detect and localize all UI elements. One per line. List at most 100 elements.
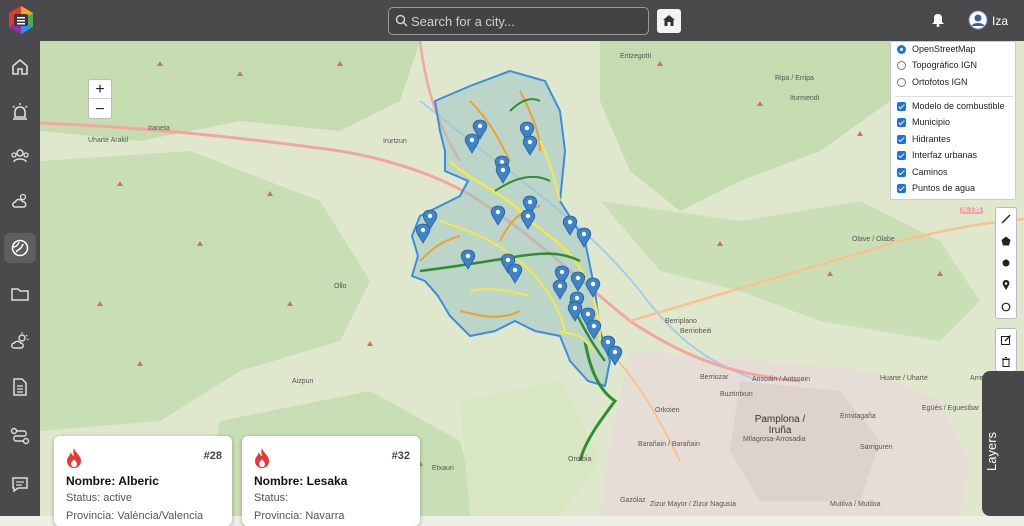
sidebar-item-alarm[interactable] — [4, 97, 36, 127]
radio-icon[interactable] — [897, 45, 906, 54]
group-icon — [11, 149, 29, 163]
zoom-out-button[interactable]: − — [89, 100, 111, 119]
map-label: Ororbia — [568, 456, 592, 463]
checkbox-icon[interactable] — [897, 184, 906, 193]
bell-icon[interactable] — [932, 14, 944, 27]
map-label: Zizur Mayor / Zizur Nagusia — [650, 501, 736, 508]
checkbox-icon[interactable] — [897, 102, 906, 111]
draw-toolbar — [995, 207, 1017, 319]
circle-filled-icon — [1002, 259, 1010, 267]
delete-layers-button[interactable] — [996, 351, 1016, 373]
edit-toolbar — [995, 328, 1017, 372]
hydrant-marker-icon[interactable] — [490, 205, 506, 227]
map-label: Irurtzun — [383, 138, 407, 145]
layers-drawer-tab[interactable]: Layers — [982, 371, 1024, 516]
draw-circle-button[interactable] — [996, 252, 1016, 274]
hydrant-marker-icon[interactable] — [415, 223, 431, 245]
checkbox-icon[interactable] — [897, 118, 906, 127]
zoom-in-button[interactable]: + — [89, 80, 111, 99]
search-input[interactable] — [411, 11, 641, 31]
avatar-icon — [968, 10, 988, 30]
hydrant-marker-icon[interactable] — [520, 209, 536, 231]
hydrant-marker-icon[interactable] — [507, 263, 523, 285]
map-label: Aizpun — [292, 378, 314, 385]
sidebar-item-home[interactable] — [4, 52, 36, 82]
polygon-icon — [1001, 236, 1011, 246]
card-name: Nombre: Alberic — [66, 474, 159, 488]
app-logo-icon[interactable] — [6, 5, 36, 35]
sidebar-item-group[interactable] — [4, 141, 36, 171]
map-label: Ansoáin / Antsoain — [752, 376, 810, 383]
map-label: Ollo — [334, 283, 347, 290]
card-name: Nombre: Lesaka — [254, 474, 348, 488]
map-label: Buztintxuri — [720, 391, 753, 398]
hydrant-marker-icon[interactable] — [576, 227, 592, 249]
map-label: Ripa / Erripa — [775, 75, 814, 82]
card-status: Status: active — [66, 492, 133, 504]
user-name: Iza — [992, 14, 1009, 28]
draw-circle-marker-button[interactable] — [996, 296, 1016, 318]
draw-polyline-button[interactable] — [996, 208, 1016, 230]
map-label: Berriobeiti — [680, 328, 712, 335]
search-icon — [395, 14, 408, 27]
hydrant-marker-icon[interactable] — [552, 279, 568, 301]
hydrant-marker-icon[interactable] — [607, 345, 623, 367]
fire-map-icon — [11, 239, 29, 257]
layer-control-panel: OpenStreetMap Topográfico IGN Ortofotos … — [890, 41, 1016, 200]
edit-layers-button[interactable] — [996, 329, 1016, 351]
hydrant-marker-icon[interactable] — [495, 163, 511, 185]
draw-marker-button[interactable] — [996, 274, 1016, 296]
hydrant-marker-icon[interactable] — [464, 133, 480, 155]
marker-icon — [1002, 280, 1010, 290]
card-status: Status: — [254, 492, 289, 504]
flame-icon — [255, 448, 269, 468]
sidebar-item-document[interactable] — [4, 372, 36, 402]
hydrant-marker-icon[interactable] — [460, 249, 476, 271]
checkbox-icon[interactable] — [897, 135, 906, 144]
fire-card[interactable]: #32 Nombre: Lesaka Status: Provincia: Na… — [242, 436, 420, 526]
radio-icon[interactable] — [897, 61, 906, 70]
home-button[interactable] — [657, 9, 681, 33]
chat-icon — [12, 477, 28, 493]
radio-icon[interactable] — [897, 78, 906, 87]
card-number: #28 — [203, 450, 222, 462]
document-icon — [13, 378, 27, 396]
map-label: Orkoien — [655, 407, 680, 414]
sidebar-item-chat[interactable] — [4, 469, 36, 499]
map-label: Eritzegotti — [620, 53, 652, 60]
map-label: Etxauri — [432, 465, 454, 472]
sidebar-item-weather[interactable] — [4, 186, 36, 216]
map-label: Pamplona / Iruña — [754, 414, 806, 436]
checkbox-icon[interactable] — [897, 151, 906, 160]
sidebar-item-cloud-sun[interactable] — [4, 326, 36, 356]
map-label: Uharte Arakil — [88, 137, 129, 144]
sidebar-item-folder[interactable] — [4, 279, 36, 309]
sidebar — [0, 41, 40, 516]
map-label: Barañain / Barañain — [638, 441, 700, 448]
zoom-control: + − — [88, 79, 112, 119]
divider — [895, 96, 1013, 97]
fire-card[interactable]: #28 Nombre: Alberic Status: active Provi… — [54, 436, 232, 526]
card-province: Provincia: València/Valencia — [66, 510, 204, 522]
map-label: Mutilva / Mutiloa — [830, 501, 881, 508]
polyline-icon — [1001, 214, 1011, 224]
map-label: Gazólaz — [620, 497, 646, 504]
hydrant-marker-icon[interactable] — [585, 277, 601, 299]
sidebar-item-route[interactable] — [4, 421, 36, 451]
home-icon — [12, 58, 28, 75]
hydrant-marker-icon[interactable] — [570, 271, 586, 293]
alarm-icon — [12, 103, 28, 120]
hydrant-marker-icon[interactable] — [522, 135, 538, 157]
draw-polygon-button[interactable] — [996, 230, 1016, 252]
cloud-sun-icon — [11, 332, 29, 349]
map-label: Iturmendi — [790, 95, 820, 102]
city-search[interactable] — [388, 7, 649, 35]
map-label: Egüés / Eguesibar — [922, 405, 980, 412]
map-label: Ermitagaña — [840, 413, 876, 420]
map-label: Iraneta — [148, 125, 170, 132]
weather-icon — [12, 193, 27, 208]
top-bar: Iza — [0, 0, 1024, 41]
layers-tab-label: Layers — [984, 431, 999, 471]
sidebar-item-fire-map[interactable] — [4, 233, 36, 263]
checkbox-icon[interactable] — [897, 168, 906, 177]
